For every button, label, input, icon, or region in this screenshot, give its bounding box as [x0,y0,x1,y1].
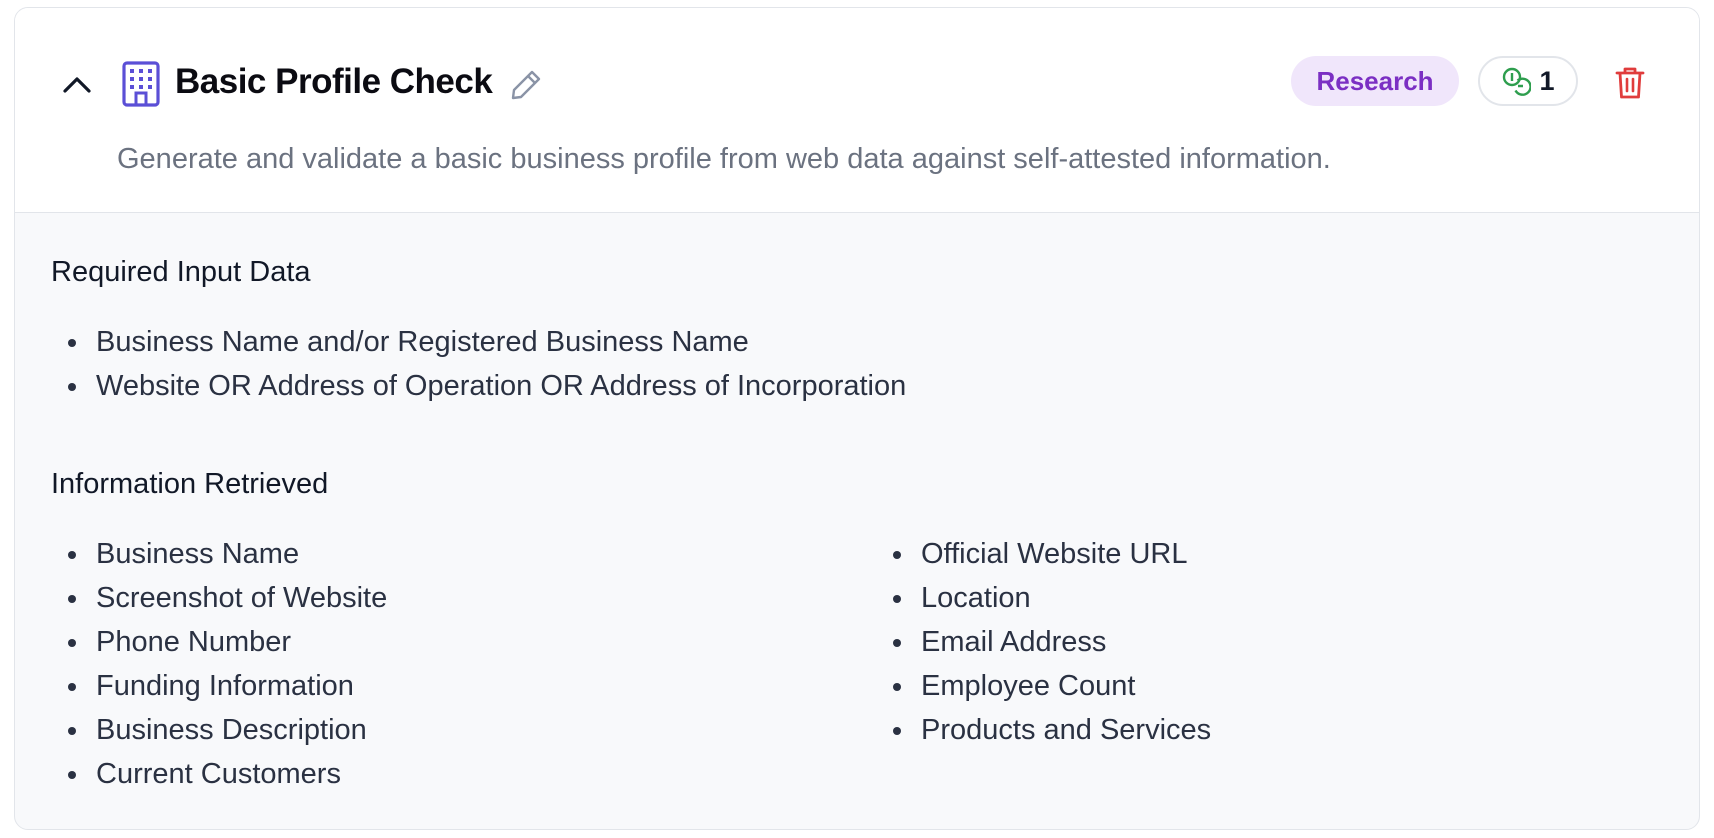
info-retrieved-list-right: Official Website URL Location Email Addr… [876,532,1211,752]
coins-icon [1503,67,1532,96]
information-retrieved-heading: Information Retrieved [51,468,329,500]
required-input-heading: Required Input Data [51,256,311,288]
list-item: Website OR Address of Operation OR Addre… [51,364,906,408]
list-item: Business Description [51,708,387,752]
chevron-up-icon [63,77,91,93]
list-item: Email Address [876,620,1211,664]
count-badge[interactable]: 1 [1478,56,1578,106]
pencil-icon [511,70,541,100]
card-header: Basic Profile Check Research 1 Generate … [15,8,1699,213]
list-item: Employee Count [876,664,1211,708]
delete-button[interactable] [1607,60,1653,106]
profile-check-card: Basic Profile Check Research 1 Generate … [14,7,1700,830]
card-description: Generate and validate a basic business p… [117,143,1331,175]
building-icon [122,61,160,107]
required-input-list: Business Name and/or Registered Business… [51,320,906,408]
list-item: Phone Number [51,620,387,664]
list-item: Funding Information [51,664,387,708]
list-item: Screenshot of Website [51,576,387,620]
count-value: 1 [1539,65,1555,96]
category-badge: Research [1291,56,1459,106]
list-item: Products and Services [876,708,1211,752]
list-item: Location [876,576,1211,620]
collapse-button[interactable] [57,64,97,104]
list-item: Current Customers [51,752,387,796]
card-title: Basic Profile Check [175,62,493,101]
list-item: Business Name [51,532,387,576]
list-item: Business Name and/or Registered Business… [51,320,906,364]
edit-button[interactable] [505,64,547,106]
trash-icon [1615,67,1645,99]
list-item: Official Website URL [876,532,1211,576]
info-retrieved-list-left: Business Name Screenshot of Website Phon… [51,532,387,796]
